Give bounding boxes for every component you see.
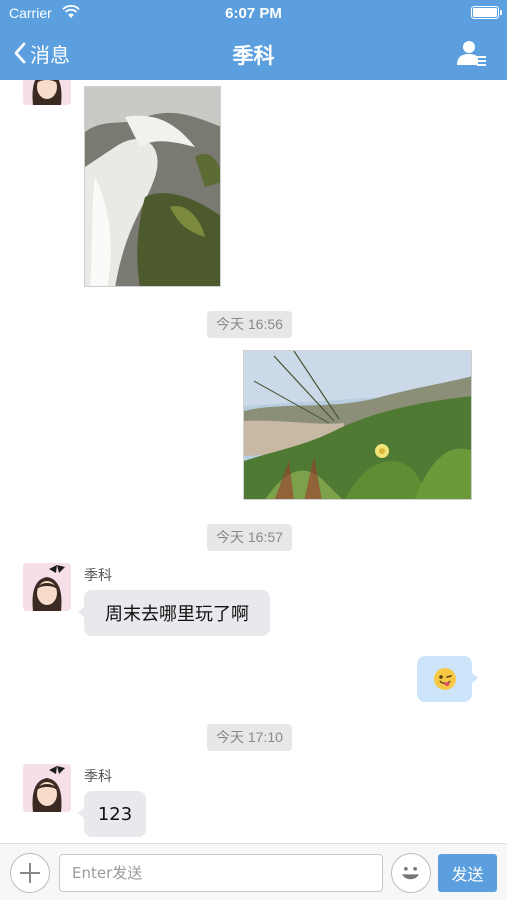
- timestamp: 今天 17:10: [207, 724, 292, 751]
- emoji-button[interactable]: [391, 853, 431, 893]
- status-bar: Carrier 6:07 PM: [0, 0, 507, 28]
- timestamp: 今天 16:57: [207, 524, 292, 551]
- header: Carrier 6:07 PM 消息 季科: [0, 0, 507, 80]
- input-bar: 发送: [0, 843, 507, 900]
- avatar[interactable]: [23, 80, 71, 105]
- page-title: 季科: [232, 44, 275, 68]
- waterfall-photo[interactable]: [84, 86, 221, 287]
- smiley-icon: [402, 866, 419, 880]
- sender-name: 季科: [84, 769, 112, 785]
- avatar[interactable]: [23, 764, 71, 812]
- chat-area[interactable]: 今天 16:56 今天 16:57 季科 周末去哪里玩了啊 今天 17:10 季…: [0, 80, 507, 843]
- message-bubble[interactable]: 周末去哪里玩了啊: [78, 590, 270, 636]
- message-bubble[interactable]: [417, 656, 478, 702]
- avatar[interactable]: [23, 563, 71, 611]
- message-input[interactable]: [59, 854, 383, 892]
- nav-bar: 消息 季科: [0, 28, 507, 80]
- winking-tongue-emoji-icon: [433, 668, 456, 690]
- message-text: 123: [97, 803, 133, 825]
- battery-icon: [471, 6, 502, 19]
- sender-name: 季科: [84, 568, 112, 584]
- send-button[interactable]: 发送: [438, 854, 497, 892]
- dune-photo[interactable]: [243, 350, 472, 500]
- message-bubble[interactable]: 123: [78, 791, 146, 837]
- add-attachment-button[interactable]: [10, 853, 50, 893]
- status-time: 6:07 PM: [225, 5, 282, 22]
- timestamp: 今天 16:56: [207, 311, 292, 338]
- contact-info-icon[interactable]: [455, 39, 487, 67]
- message-text: 周末去哪里玩了啊: [105, 604, 249, 625]
